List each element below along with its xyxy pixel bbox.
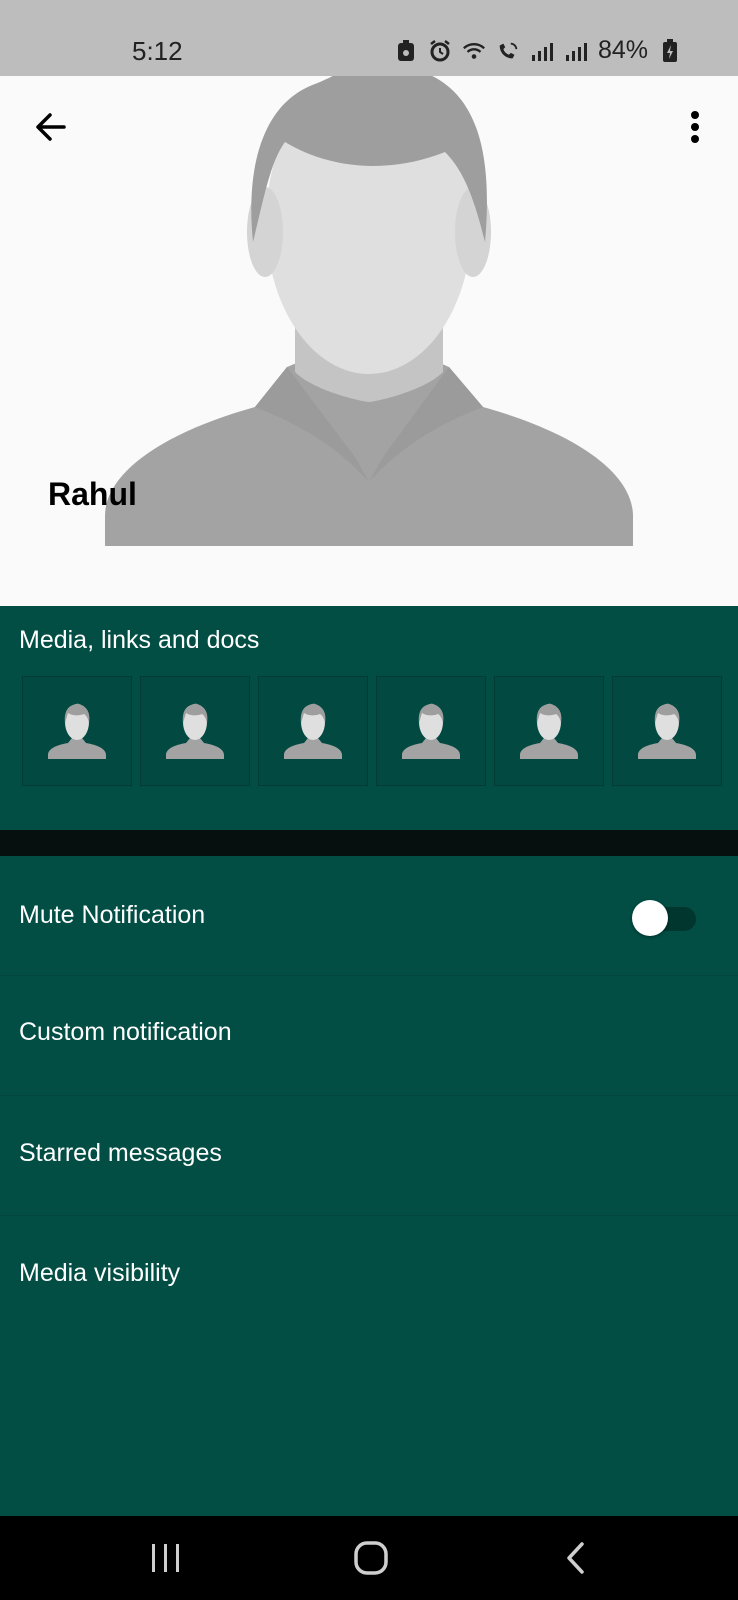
toggle-thumb xyxy=(632,900,668,936)
setting-row-custom-notification[interactable]: Custom notification xyxy=(0,976,738,1096)
settings-list: Mute Notification Custom notification St… xyxy=(0,856,738,1516)
app-notification-icon xyxy=(394,39,418,63)
status-icons: 84% xyxy=(394,36,682,65)
status-bar: 5:12 84% xyxy=(0,0,738,76)
battery-charging-icon xyxy=(658,38,682,63)
avatar-placeholder-icon xyxy=(520,703,578,759)
more-options-button[interactable] xyxy=(676,106,714,148)
media-thumbnail-strip[interactable] xyxy=(22,676,722,788)
setting-row-starred-messages[interactable]: Starred messages xyxy=(0,1096,738,1216)
status-time: 5:12 xyxy=(132,36,183,66)
more-vertical-icon xyxy=(691,111,699,143)
setting-row-mute-notification[interactable]: Mute Notification xyxy=(0,856,738,976)
profile-header: Rahul xyxy=(0,76,738,606)
contact-avatar[interactable] xyxy=(105,76,633,546)
media-thumbnail[interactable] xyxy=(22,676,132,786)
alarm-icon xyxy=(428,39,452,63)
avatar-placeholder-icon xyxy=(284,703,342,759)
setting-row-media-visibility[interactable]: Media visibility xyxy=(0,1216,738,1336)
media-thumbnail[interactable] xyxy=(376,676,486,786)
arrow-left-icon xyxy=(36,113,66,141)
home-button[interactable] xyxy=(352,1538,392,1578)
avatar-placeholder-icon xyxy=(638,703,696,759)
contact-name: Rahul xyxy=(48,476,137,512)
signal-icon xyxy=(564,39,588,63)
media-section: Media, links and docs xyxy=(0,606,738,830)
media-thumbnail[interactable] xyxy=(612,676,722,786)
mute-notification-label: Mute Notification xyxy=(19,901,206,929)
battery-percentage: 84% xyxy=(597,36,648,64)
home-icon xyxy=(354,1541,388,1575)
media-visibility-label: Media visibility xyxy=(19,1259,181,1287)
avatar-placeholder-icon xyxy=(48,703,106,759)
wifi-calling-icon xyxy=(496,39,520,63)
avatar-placeholder-icon xyxy=(402,703,460,759)
mute-notification-toggle[interactable] xyxy=(632,900,696,936)
section-divider xyxy=(0,830,738,856)
avatar-placeholder-icon xyxy=(166,703,224,759)
media-section-title[interactable]: Media, links and docs xyxy=(19,626,259,655)
nav-back-button[interactable] xyxy=(558,1538,598,1578)
media-thumbnail[interactable] xyxy=(140,676,250,786)
back-chevron-icon xyxy=(567,1542,584,1574)
starred-messages-label: Starred messages xyxy=(19,1139,222,1167)
media-thumbnail[interactable] xyxy=(494,676,604,786)
recents-button[interactable] xyxy=(146,1538,186,1578)
system-navigation-bar xyxy=(0,1516,738,1600)
media-thumbnail[interactable] xyxy=(258,676,368,786)
signal-roaming-icon xyxy=(530,39,554,63)
wifi-icon xyxy=(462,39,486,63)
recents-icon xyxy=(152,1544,179,1572)
custom-notification-label: Custom notification xyxy=(19,1018,232,1046)
back-button[interactable] xyxy=(30,106,72,148)
